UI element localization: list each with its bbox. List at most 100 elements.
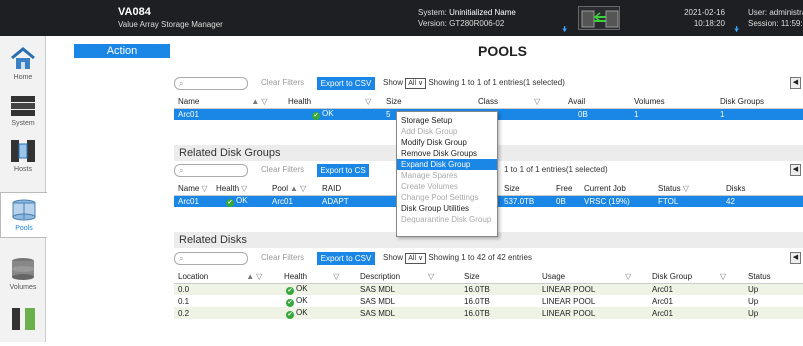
- table-row[interactable]: 0.0 ✔ OK SAS MDL 16.0TB LINEAR POOL Arc01…: [174, 283, 803, 295]
- disks-search-input[interactable]: ⌕: [174, 252, 248, 265]
- menu-item-disk-group-utilities[interactable]: Disk Group Utilities: [397, 203, 497, 214]
- cell-usage: LINEAR POOL: [538, 283, 648, 295]
- column-header-status[interactable]: Status: [744, 270, 803, 284]
- pools-search-input[interactable]: ⌕: [174, 77, 248, 90]
- col-label-health: Health: [288, 96, 312, 106]
- filter-icon[interactable]: ▽: [261, 97, 267, 106]
- cell-current-job: VRSC (19%): [580, 195, 654, 207]
- column-header-size[interactable]: Size: [500, 182, 552, 196]
- column-header-class[interactable]: Class ▽: [474, 95, 564, 109]
- sidebar-item-mappings[interactable]: [0, 300, 46, 346]
- cell-health: ✔ OK: [280, 295, 356, 307]
- table-row[interactable]: 0.1 ✔ OK SAS MDL 16.0TB LINEAR POOL Arc01…: [174, 295, 803, 307]
- menu-item-manage-spares[interactable]: Manage Spares: [397, 170, 497, 181]
- column-header-free[interactable]: Free: [552, 182, 580, 196]
- column-header-avail[interactable]: Avail: [564, 95, 630, 109]
- action-button[interactable]: Action: [74, 44, 170, 58]
- sort-asc-icon[interactable]: ▲: [246, 272, 254, 281]
- column-header-description[interactable]: Description ▽: [356, 270, 460, 284]
- menu-item-modify-disk-group[interactable]: Modify Disk Group: [397, 137, 497, 148]
- col-label-health: Health: [284, 271, 308, 281]
- column-header-name[interactable]: Name ▲ ▽: [174, 95, 284, 109]
- filter-icon[interactable]: ▽: [720, 272, 726, 281]
- column-header-pool[interactable]: Pool ▲ ▽: [268, 182, 318, 196]
- pools-prev-page-button[interactable]: ◀: [790, 77, 801, 89]
- disk-groups-search-input[interactable]: ⌕: [174, 164, 248, 177]
- sidebar-item-home[interactable]: Home: [0, 42, 46, 88]
- sidebar-item-pools[interactable]: Pools: [0, 192, 47, 238]
- cell-health: ✔ OK: [284, 108, 382, 120]
- column-header-name[interactable]: Name ▽: [174, 182, 212, 196]
- filter-icon[interactable]: ▽: [428, 272, 434, 281]
- sidebar-item-volumes[interactable]: Volumes: [0, 252, 46, 298]
- menu-item-dequarantine-disk-group[interactable]: Dequarantine Disk Group: [397, 214, 497, 225]
- column-header-current-job[interactable]: Current Job: [580, 182, 654, 196]
- network-status-icon[interactable]: [578, 6, 620, 30]
- col-label-size: Size: [464, 271, 480, 281]
- filter-icon[interactable]: ▽: [625, 272, 631, 281]
- col-label-status: Status: [748, 271, 771, 281]
- column-header-health[interactable]: Health ▽: [212, 182, 268, 196]
- user-dropdown-icon[interactable]: 🠟: [734, 24, 739, 38]
- sidebar-item-system[interactable]: System: [0, 88, 46, 134]
- disks-show-select[interactable]: All ∨: [405, 253, 427, 264]
- col-label-avail: Avail: [568, 96, 586, 106]
- menu-item-change-pool-settings[interactable]: Change Pool Settings: [397, 192, 497, 203]
- disks-export-button[interactable]: Export to CSV: [317, 252, 375, 265]
- table-row[interactable]: 0.2 ✔ OK SAS MDL 16.0TB LINEAR POOL Arc01…: [174, 307, 803, 319]
- column-header-volumes[interactable]: Volumes: [630, 95, 716, 109]
- pools-export-button[interactable]: Export to CSV: [317, 77, 375, 90]
- user-info[interactable]: User: administrator Session: 11:59:50: [748, 7, 803, 29]
- column-header-disk-groups[interactable]: Disk Groups: [716, 95, 803, 109]
- filter-icon[interactable]: ▽: [534, 97, 540, 106]
- disks-clear-filters-button[interactable]: Clear Filters: [261, 253, 304, 262]
- system-dropdown-icon[interactable]: 🠟: [562, 24, 567, 38]
- sidebar-item-hosts[interactable]: Hosts: [0, 134, 46, 180]
- disk-groups-clear-filters-button[interactable]: Clear Filters: [261, 165, 304, 174]
- filter-icon[interactable]: ▽: [683, 184, 689, 193]
- column-header-health[interactable]: Health ▽: [280, 270, 356, 284]
- menu-item-storage-setup[interactable]: Storage Setup: [397, 115, 497, 126]
- col-label-class: Class: [478, 96, 499, 106]
- column-header-usage[interactable]: Usage ▽: [538, 270, 648, 284]
- pools-show-select[interactable]: All ∨: [405, 78, 427, 89]
- filter-icon[interactable]: ▽: [201, 184, 207, 193]
- menu-item-expand-disk-group[interactable]: Expand Disk Group: [397, 159, 497, 170]
- disks-prev-page-button[interactable]: ◀: [790, 252, 801, 264]
- column-header-status[interactable]: Status ▽: [654, 182, 722, 196]
- disk-groups-prev-page-button[interactable]: ◀: [790, 164, 801, 176]
- column-header-size[interactable]: Size: [382, 95, 474, 109]
- menu-item-remove-disk-groups[interactable]: Remove Disk Groups: [397, 148, 497, 159]
- time-value: 10:18:20: [693, 19, 725, 28]
- pools-clear-filters-button[interactable]: Clear Filters: [261, 78, 304, 87]
- filter-icon[interactable]: ▽: [256, 272, 262, 281]
- array-name: VA084: [118, 6, 151, 18]
- filter-icon[interactable]: ▽: [241, 184, 247, 193]
- column-header-disks[interactable]: Disks: [722, 182, 803, 196]
- search-icon: ⌕: [179, 254, 184, 263]
- sort-asc-icon[interactable]: ▲: [251, 97, 259, 106]
- filter-icon[interactable]: ▽: [300, 184, 306, 193]
- disk-groups-export-button[interactable]: Export to CS: [317, 164, 369, 177]
- column-header-raid[interactable]: RAID: [318, 182, 370, 196]
- header-bar: VA084 Value Array Storage Manager System…: [0, 0, 803, 36]
- cell-health: ✔ OK: [280, 307, 356, 319]
- pools-show-label: Show: [383, 78, 404, 87]
- system-info[interactable]: System: Uninitialized Name Version: GT28…: [418, 7, 516, 29]
- disks-header-row: Location ▲ ▽ Health ▽ Description ▽ Size Usa…: [174, 270, 803, 284]
- menu-item-create-volumes[interactable]: Create Volumes: [397, 181, 497, 192]
- column-header-size[interactable]: Size: [460, 270, 538, 284]
- cell-status: Up: [744, 307, 803, 319]
- filter-icon[interactable]: ▽: [365, 97, 371, 106]
- date-value: 2021-02-16: [684, 8, 725, 17]
- col-label-description: Description: [360, 271, 401, 281]
- menu-item-add-disk-group[interactable]: Add Disk Group: [397, 126, 497, 137]
- column-header-health[interactable]: Health ▽: [284, 95, 382, 109]
- sort-asc-icon[interactable]: ▲: [290, 184, 298, 193]
- filter-icon[interactable]: ▽: [333, 272, 339, 281]
- col-label-disks: Disks: [726, 183, 746, 193]
- col-label-name: Name: [178, 96, 200, 106]
- column-header-location[interactable]: Location ▲ ▽: [174, 270, 280, 284]
- volumes-icon: [12, 258, 34, 280]
- column-header-disk-group[interactable]: Disk Group ▽: [648, 270, 744, 284]
